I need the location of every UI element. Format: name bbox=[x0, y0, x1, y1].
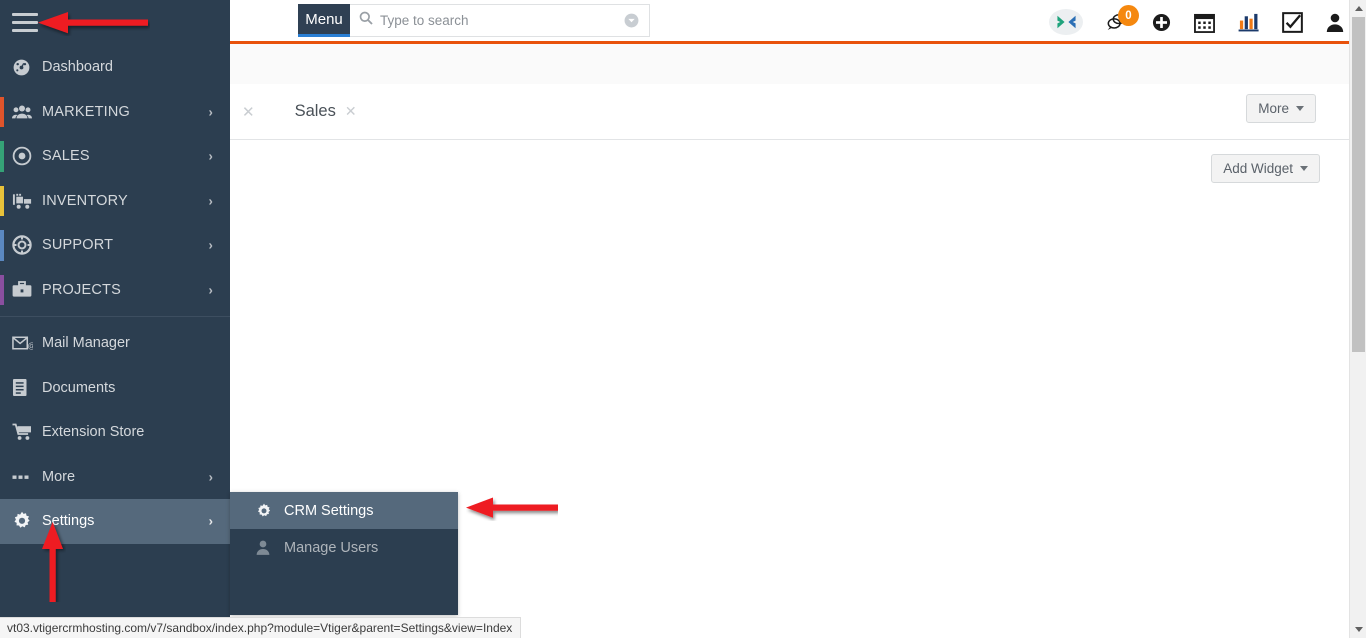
sidebar-item-marketing[interactable]: MARKETING › bbox=[0, 90, 230, 135]
plus-circle-icon[interactable] bbox=[1152, 13, 1171, 32]
page-scrollbar[interactable] bbox=[1349, 0, 1366, 638]
documents-file-icon bbox=[12, 378, 42, 397]
marketing-people-icon bbox=[12, 104, 42, 120]
sidebar-item-inventory[interactable]: INVENTORY › bbox=[0, 179, 230, 224]
sidebar-item-label: SUPPORT bbox=[42, 237, 114, 254]
svg-text:@: @ bbox=[27, 342, 33, 351]
bar-chart-icon[interactable] bbox=[1238, 12, 1259, 32]
sidebar-item-label: Dashboard bbox=[42, 59, 113, 76]
vtiger-logo-circle bbox=[1049, 9, 1083, 35]
chevron-right-icon: › bbox=[208, 282, 213, 298]
scroll-thumb[interactable] bbox=[1352, 17, 1365, 352]
extension-store-cart-icon bbox=[12, 423, 42, 441]
sidebar-item-label: Extension Store bbox=[42, 424, 145, 441]
scroll-up-arrow-icon[interactable] bbox=[1350, 0, 1366, 17]
hamburger-menu-icon[interactable] bbox=[12, 13, 38, 32]
vtiger-logo-icon[interactable] bbox=[1049, 9, 1083, 35]
page-title: Sales bbox=[294, 102, 336, 120]
sidebar-item-projects[interactable]: PROJECTS › bbox=[0, 268, 230, 313]
sidebar-item-label: Documents bbox=[42, 379, 116, 396]
chat-bubble-icon[interactable]: 0 bbox=[1106, 5, 1139, 31]
sidebar-primary-list: Dashboard MARKETING › SALES › INVENTORY … bbox=[0, 45, 230, 544]
content-top-band bbox=[230, 44, 1366, 84]
chevron-down-icon bbox=[1296, 106, 1304, 111]
menu-button[interactable]: Menu bbox=[298, 4, 350, 37]
sidebar-item-label: PROJECTS bbox=[42, 281, 121, 298]
user-person-icon bbox=[256, 540, 284, 555]
chevron-right-icon: › bbox=[208, 104, 213, 120]
sidebar-item-label: SALES bbox=[42, 148, 90, 165]
sidebar-item-label: Settings bbox=[42, 513, 95, 530]
sales-target-icon bbox=[12, 146, 42, 166]
settings-gear-icon bbox=[256, 503, 284, 519]
sidebar-item-label: Mail Manager bbox=[42, 335, 130, 352]
sidebar-item-label: INVENTORY bbox=[42, 192, 128, 209]
user-profile-icon[interactable] bbox=[1326, 13, 1344, 32]
search-input[interactable] bbox=[380, 13, 624, 28]
add-widget-button[interactable]: Add Widget bbox=[1211, 154, 1320, 183]
chevron-right-icon: › bbox=[208, 513, 213, 529]
chevron-right-icon: › bbox=[208, 193, 213, 209]
dashboard-tab-bar: ✕ Sales ✕ bbox=[230, 84, 1366, 140]
sidebar-item-dashboard[interactable]: Dashboard bbox=[0, 45, 230, 90]
sidebar-item-sales[interactable]: SALES › bbox=[0, 134, 230, 179]
magnifier-icon bbox=[359, 11, 373, 30]
sidebar-divider bbox=[0, 316, 230, 317]
inventory-cart-icon bbox=[12, 192, 42, 210]
chevron-right-icon: › bbox=[208, 237, 213, 253]
accent-bar-support bbox=[0, 230, 4, 261]
status-bar: vt03.vtigercrmhosting.com/v7/sandbox/ind… bbox=[0, 617, 521, 638]
chat-unread-badge: 0 bbox=[1118, 5, 1139, 26]
sidebar-item-extension-store[interactable]: Extension Store bbox=[0, 410, 230, 455]
accent-bar-inventory bbox=[0, 185, 4, 216]
accent-bar-sales bbox=[0, 141, 4, 172]
header-icon-group: 0 bbox=[1049, 0, 1344, 44]
settings-gear-icon bbox=[12, 511, 42, 531]
calendar-icon[interactable] bbox=[1194, 12, 1215, 33]
accent-bar-marketing bbox=[0, 96, 4, 127]
submenu-item-label: Manage Users bbox=[284, 539, 379, 556]
support-lifebuoy-icon bbox=[12, 235, 42, 255]
scroll-down-arrow-icon[interactable] bbox=[1350, 621, 1366, 638]
settings-submenu: CRM Settings Manage Users bbox=[230, 492, 458, 615]
top-header: Menu Type to search 0 bbox=[230, 0, 1366, 44]
chevron-right-icon: › bbox=[208, 469, 213, 485]
sidebar-item-documents[interactable]: Documents bbox=[0, 366, 230, 411]
checkbox-task-icon[interactable] bbox=[1282, 11, 1303, 33]
sidebar-item-more[interactable]: More › bbox=[0, 455, 230, 500]
sidebar-item-label: MARKETING bbox=[42, 103, 130, 120]
submenu-item-crm-settings[interactable]: CRM Settings bbox=[230, 492, 458, 529]
status-bar-url: vt03.vtigercrmhosting.com/v7/sandbox/ind… bbox=[7, 621, 513, 635]
sidebar-item-settings[interactable]: Settings › bbox=[0, 499, 230, 544]
search-box[interactable] bbox=[350, 4, 650, 37]
dashboard-gauge-icon bbox=[12, 58, 42, 77]
accent-bar-projects bbox=[0, 274, 4, 305]
app-root: Dashboard MARKETING › SALES › INVENTORY … bbox=[0, 0, 1366, 638]
chevron-right-icon: › bbox=[208, 148, 213, 164]
tab-close-x-icon[interactable]: ✕ bbox=[345, 103, 357, 120]
sidebar: Dashboard MARKETING › SALES › INVENTORY … bbox=[0, 0, 230, 638]
chevron-down-icon bbox=[1300, 166, 1308, 171]
projects-briefcase-icon bbox=[12, 281, 42, 298]
submenu-item-label: CRM Settings bbox=[284, 502, 374, 519]
close-x-icon[interactable]: ✕ bbox=[242, 103, 255, 121]
submenu-item-manage-users[interactable]: Manage Users bbox=[230, 529, 458, 566]
sidebar-item-support[interactable]: SUPPORT › bbox=[0, 223, 230, 268]
sidebar-item-mail-manager[interactable]: @ Mail Manager bbox=[0, 321, 230, 366]
chevron-down-circle-icon[interactable] bbox=[624, 13, 639, 28]
hamburger-wrap bbox=[0, 0, 230, 45]
sidebar-item-label: More bbox=[42, 468, 76, 485]
mail-envelope-icon: @ bbox=[12, 336, 42, 351]
add-widget-button-label: Add Widget bbox=[1223, 161, 1293, 176]
more-dots-icon bbox=[12, 474, 42, 480]
more-button-label: More bbox=[1258, 101, 1289, 116]
more-button[interactable]: More bbox=[1246, 94, 1316, 123]
